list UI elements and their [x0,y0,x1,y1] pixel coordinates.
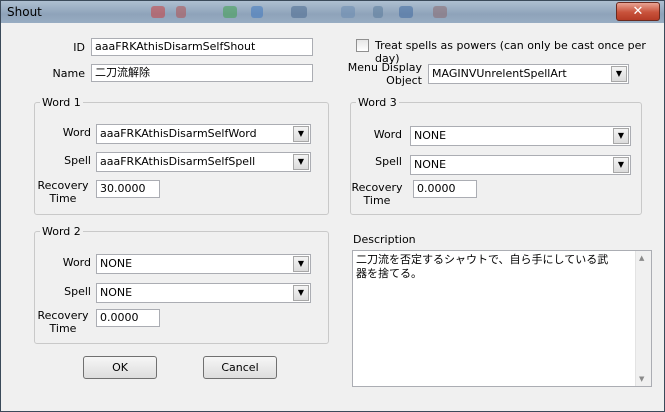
description-textarea[interactable]: 二刀流を否定するシャウトで、自ら手にしている武器を捨てる。 ▲ ▼ [352,250,652,387]
word-1-word-label: Word [62,126,91,139]
word-2-group: Word 2 Word NONE ▼ Spell NONE ▼ Recovery… [34,225,329,344]
id-field[interactable]: aaaFRKAthisDisarmSelfShout [91,38,313,56]
word-2-recovery-label: Recovery Time [37,309,89,335]
word-2-group-title: Word 2 [40,225,83,238]
word-1-spell-value: aaaFRKAthisDisarmSelfSpell [100,155,256,168]
scroll-up-icon[interactable]: ▲ [639,254,644,262]
word-3-spell-value: NONE [414,158,447,171]
chevron-down-icon[interactable]: ▼ [293,126,309,142]
description-label: Description [353,233,416,246]
chevron-down-icon[interactable]: ▼ [293,154,309,170]
word-3-recovery-label: Recovery Time [351,181,403,207]
word-1-group-title: Word 1 [40,96,83,109]
word-1-recovery-time-field[interactable]: 30.0000 [96,180,160,198]
word-2-spell-select[interactable]: NONE ▼ [96,283,311,303]
word-2-word-value: NONE [100,257,133,270]
menu-display-label: Menu Display Object [347,61,422,87]
word-2-recovery-time-field[interactable]: 0.0000 [96,309,160,327]
word-2-spell-label: Spell [64,285,91,298]
chevron-down-icon[interactable]: ▼ [611,66,627,82]
id-label: ID [73,41,85,54]
cancel-button[interactable]: Cancel [203,356,277,379]
word-3-word-value: NONE [414,129,447,142]
word-1-spell-label: Spell [64,154,91,167]
word-1-word-select[interactable]: aaaFRKAthisDisarmSelfWord ▼ [96,124,311,144]
menu-display-object-value: MAGINVUnrelentSpellArt [432,67,567,80]
word-3-word-label: Word [373,128,402,141]
word-1-group: Word 1 Word aaaFRKAthisDisarmSelfWord ▼ … [34,96,329,215]
close-icon: ✕ [632,4,644,19]
word-1-spell-select[interactable]: aaaFRKAthisDisarmSelfSpell ▼ [96,152,311,172]
word-3-group-title: Word 3 [356,96,399,109]
word-3-word-select[interactable]: NONE ▼ [410,126,631,146]
shout-dialog: Shout ✕ ID aaaFRKAthisDisarmSelfShout Na… [0,0,665,412]
title-bar[interactable]: Shout ✕ [1,1,664,23]
treat-spells-checkbox[interactable] [356,39,369,52]
description-scrollbar[interactable]: ▲ ▼ [635,251,651,386]
word-3-spell-select[interactable]: NONE ▼ [410,155,631,175]
word-3-recovery-time-field[interactable]: 0.0000 [413,180,477,198]
name-field[interactable]: 二刀流解除 [91,64,313,82]
word-1-recovery-label: Recovery Time [37,179,89,205]
description-text: 二刀流を否定するシャウトで、自ら手にしている武器を捨てる。 [356,253,609,280]
menu-display-object-select[interactable]: MAGINVUnrelentSpellArt ▼ [428,64,629,84]
scroll-down-icon[interactable]: ▼ [639,375,644,383]
word-2-word-select[interactable]: NONE ▼ [96,254,311,274]
chevron-down-icon[interactable]: ▼ [613,157,629,173]
chevron-down-icon[interactable]: ▼ [293,285,309,301]
word-2-word-label: Word [62,256,91,269]
word-3-spell-label: Spell [375,155,402,168]
close-button[interactable]: ✕ [616,2,660,21]
chevron-down-icon[interactable]: ▼ [613,128,629,144]
dialog-body: ID aaaFRKAthisDisarmSelfShout Name 二刀流解除… [7,29,659,407]
chevron-down-icon[interactable]: ▼ [293,256,309,272]
word-1-word-value: aaaFRKAthisDisarmSelfWord [100,127,257,140]
window-title: Shout [7,5,42,19]
ok-button[interactable]: OK [83,356,157,379]
word-2-spell-value: NONE [100,286,133,299]
word-3-group: Word 3 Word NONE ▼ Spell NONE ▼ Recovery… [350,96,642,215]
name-label: Name [52,67,85,80]
